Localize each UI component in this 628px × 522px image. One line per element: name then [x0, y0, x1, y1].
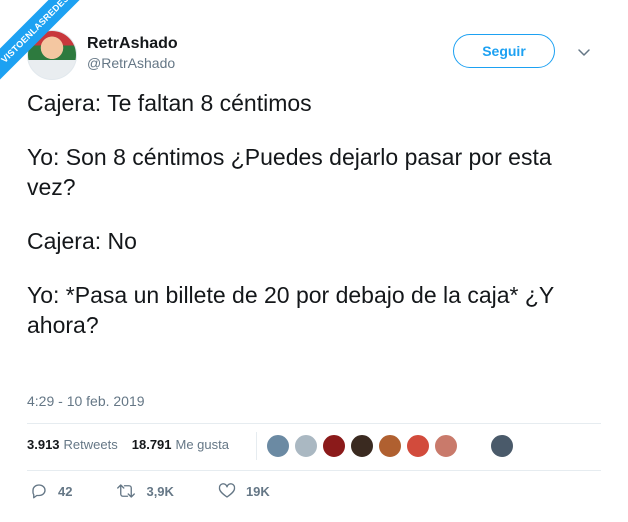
tweet-paragraph: Cajera: Te faltan 8 céntimos [27, 90, 312, 116]
retweet-action[interactable]: 3,9K [116, 482, 174, 500]
tweet-actions: 42 3,9K 19K [30, 482, 314, 500]
user-handle[interactable]: @RetrAshado [87, 54, 178, 72]
likes-count: 18.791 [131, 437, 172, 452]
liker-avatar[interactable] [462, 434, 486, 458]
liker-avatar[interactable] [294, 434, 318, 458]
retweet-icon [117, 484, 136, 498]
follow-button[interactable]: Seguir [453, 34, 555, 68]
liker-avatars [266, 434, 518, 458]
liker-avatar[interactable] [378, 434, 402, 458]
liker-avatar[interactable] [322, 434, 346, 458]
tweet-header: RetrAshado @RetrAshado Seguir [27, 28, 601, 80]
divider [27, 470, 601, 471]
retweets-count: 3.913 [27, 437, 60, 452]
tweet-paragraph: Cajera: No [27, 228, 137, 254]
author-names[interactable]: RetrAshado @RetrAshado [87, 34, 178, 72]
liker-avatar[interactable] [434, 434, 458, 458]
retweets-label: Retweets [63, 437, 118, 452]
reply-count: 42 [58, 483, 73, 499]
tweet-text: Cajera: Te faltan 8 céntimos Yo: Son 8 c… [27, 88, 602, 364]
heart-icon [218, 483, 236, 498]
liker-avatar[interactable] [266, 434, 290, 458]
liker-avatar[interactable] [406, 434, 430, 458]
tweet-timestamp[interactable]: 4:29 - 10 feb. 2019 [27, 393, 145, 409]
retweet-count: 3,9K [146, 483, 174, 499]
reply-icon [32, 484, 46, 499]
likes-label: Me gusta [175, 437, 229, 452]
liker-avatar[interactable] [490, 434, 514, 458]
tweet-paragraph: Yo: *Pasa un billete de 20 por debajo de… [27, 282, 554, 338]
retweets-stat[interactable]: 3.913 Retweets [27, 437, 118, 452]
divider [27, 423, 601, 424]
display-name[interactable]: RetrAshado [87, 34, 178, 54]
tweet-paragraph: Yo: Son 8 céntimos ¿Puedes dejarlo pasar… [27, 144, 552, 200]
engagement-stats: 3.913 Retweets 18.791 Me gusta [27, 437, 243, 452]
liker-avatar[interactable] [350, 434, 374, 458]
like-action[interactable]: 19K [218, 482, 270, 500]
stats-separator [256, 432, 257, 460]
chevron-down-icon[interactable] [577, 45, 591, 59]
reply-action[interactable]: 42 [30, 482, 72, 500]
likes-stat[interactable]: 18.791 Me gusta [132, 437, 229, 452]
like-count: 19K [245, 483, 270, 499]
